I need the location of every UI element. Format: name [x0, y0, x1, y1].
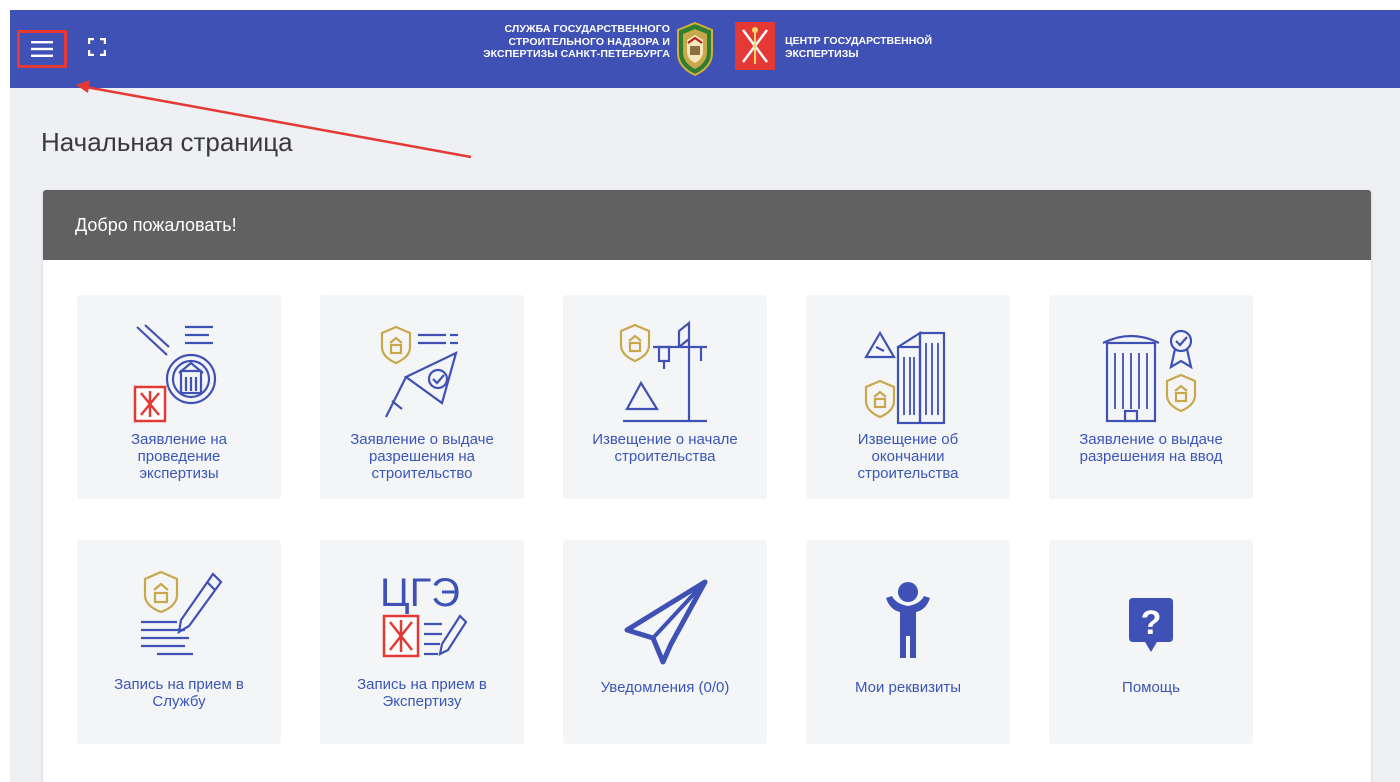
brand-left-line: ЭКСПЕРТИЗЫ САНКТ-ПЕТЕРБУРГА [483, 48, 670, 60]
construction-end-icon [864, 330, 946, 425]
paper-plane-icon [624, 579, 708, 665]
tile-label-line: окончании [871, 448, 945, 465]
cge-logo-text: ЦГЭ [380, 571, 460, 615]
tile-my-details[interactable]: Мои реквизиты [806, 540, 1010, 744]
construction-start-icon [619, 320, 707, 423]
tile-label: Извещение об окончании строительства [812, 431, 1004, 482]
tile-label-line: Помощь [1122, 679, 1180, 696]
top-bar: СЛУЖБА ГОСУДАРСТВЕННОГО СТРОИТЕЛЬНОГО НА… [10, 10, 1400, 88]
tile-service-appointment[interactable]: Запись на прием в Службу [77, 540, 281, 744]
menu-button[interactable] [17, 30, 67, 68]
tile-label-line: Заявление на [130, 431, 228, 448]
app-window: СЛУЖБА ГОСУДАРСТВЕННОГО СТРОИТЕЛЬНОГО НА… [10, 10, 1400, 782]
tile-label-line: Извещение о начале [592, 431, 738, 448]
tile-label-line: строительства [857, 465, 959, 482]
tile-label: Извещение о начале строительства [569, 431, 761, 465]
service-emblem-icon [677, 21, 713, 77]
tile-label: Уведомления (0/0) [569, 679, 761, 696]
tile-label-line: проведение [137, 448, 221, 465]
tile-label-line: строительства [614, 448, 716, 465]
expertise-brand-text: ЦЕНТР ГОСУДАРСТВЕННОЙ ЭКСПЕРТИЗЫ [785, 35, 985, 60]
tile-label-line: Запись на прием в [357, 676, 487, 693]
tile-construction-end[interactable]: Извещение об окончании строительства [806, 295, 1010, 499]
question-mark: ? [1141, 604, 1162, 642]
brand-right-line: ЦЕНТР ГОСУДАРСТВЕННОЙ [785, 35, 933, 47]
tile-construction-permit[interactable]: Заявление о выдаче разрешения на строите… [320, 295, 524, 499]
tile-label-line: Уведомления (0/0) [600, 679, 730, 696]
tile-label: Заявление о выдаче разрешения на строите… [326, 431, 518, 482]
service-appointment-icon [141, 570, 223, 656]
tile-expertise-application[interactable]: Заявление на проведение экспертизы [77, 295, 281, 499]
page-title: Начальная страница [41, 127, 293, 157]
tile-label: Запись на прием в Экспертизу [326, 676, 518, 710]
tile-notifications[interactable]: Уведомления (0/0) [563, 540, 767, 744]
tile-commissioning-permit[interactable]: Заявление о выдаче разрешения на ввод [1049, 295, 1253, 499]
tile-label: Мои реквизиты [812, 679, 1004, 696]
tile-label-line: Заявление о выдаче [350, 431, 494, 448]
tile-label-line: Извещение об [857, 431, 959, 448]
tile-label: Заявление на проведение экспертизы [83, 431, 275, 482]
brand-left-line: СТРОИТЕЛЬНОГО НАДЗОРА И [508, 35, 670, 48]
tile-label-line: Экспертизу [382, 693, 462, 710]
service-brand-text: СЛУЖБА ГОСУДАРСТВЕННОГО СТРОИТЕЛЬНОГО НА… [450, 23, 670, 61]
tile-label-line: Мои реквизиты [854, 679, 962, 696]
commissioning-permit-icon [1102, 329, 1197, 423]
construction-permit-icon [380, 325, 458, 418]
welcome-panel: Добро пожаловать! Заявление на проведени… [43, 190, 1371, 782]
help-icon: ? [1129, 598, 1173, 652]
person-icon [886, 582, 930, 658]
spb-emblem-icon [735, 22, 775, 70]
tile-label: Запись на прием в Службу [83, 676, 275, 710]
expertise-application-icon [133, 324, 217, 423]
tile-label-line: Заявление о выдаче [1079, 431, 1223, 448]
hamburger-menu-icon[interactable] [31, 41, 53, 57]
panel-header: Добро пожаловать! [43, 190, 1371, 260]
tile-expertise-appointment[interactable]: ЦГЭ Запись на прием в Экспертизу [320, 540, 524, 744]
tile-label-line: Запись на прием в [114, 676, 244, 693]
tile-construction-start[interactable]: Извещение о начале строительства [563, 295, 767, 499]
tile-label: Помощь [1055, 679, 1247, 696]
tile-label-line: разрешения на [368, 448, 476, 465]
tile-label-line: строительство [371, 465, 473, 482]
tile-help[interactable]: ? Помощь [1049, 540, 1253, 744]
tile-label-line: Службу [152, 693, 206, 710]
expertise-appointment-icon: ЦГЭ [380, 571, 468, 658]
fullscreen-icon[interactable] [88, 38, 106, 56]
tile-label: Заявление о выдаче разрешения на ввод [1055, 431, 1247, 465]
brand-left-line: СЛУЖБА ГОСУДАРСТВЕННОГО [504, 23, 670, 35]
brand-right-line: ЭКСПЕРТИЗЫ [785, 47, 859, 60]
tile-label-line: разрешения на ввод [1079, 448, 1223, 465]
tile-label-line: экспертизы [139, 465, 219, 482]
